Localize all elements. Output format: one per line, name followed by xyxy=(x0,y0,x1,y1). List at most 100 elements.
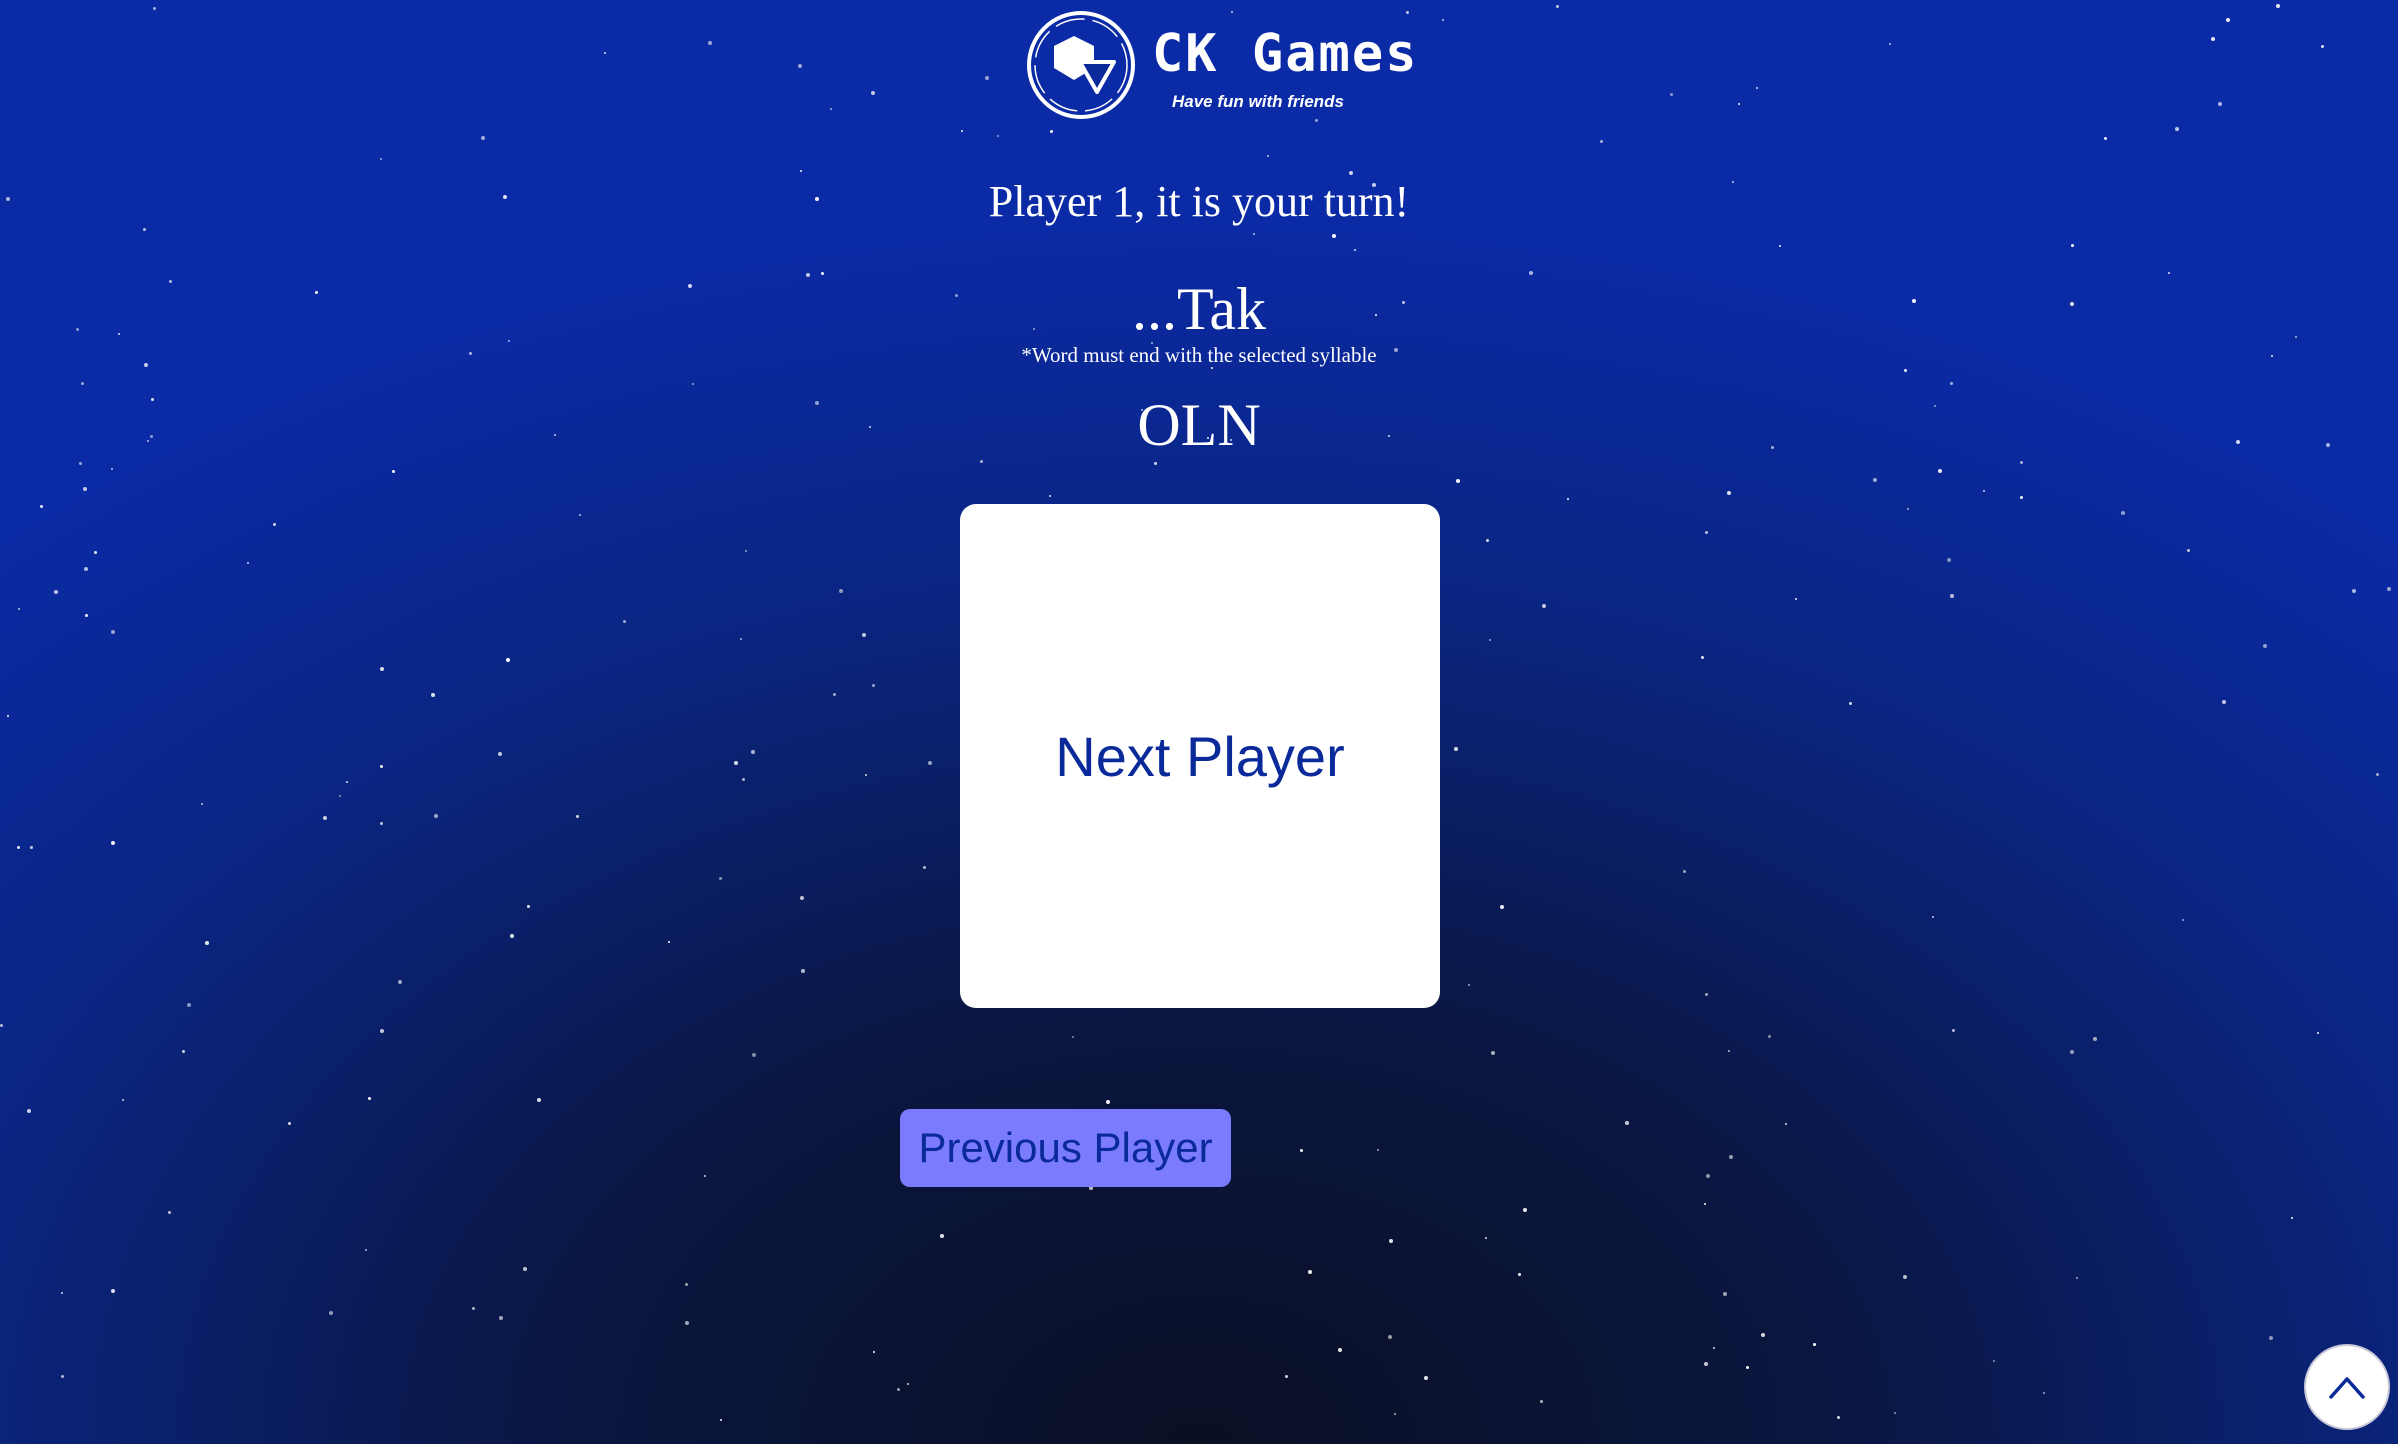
star-dot xyxy=(1354,249,1356,251)
star-dot xyxy=(83,487,87,491)
star-dot xyxy=(18,608,20,610)
star-dot xyxy=(897,1388,900,1391)
star-dot xyxy=(740,638,742,640)
star-dot xyxy=(604,52,606,54)
star-dot xyxy=(1903,1275,1907,1279)
star-dot xyxy=(928,761,932,765)
star-dot xyxy=(1947,558,1951,562)
scroll-to-top-button[interactable] xyxy=(2304,1344,2390,1430)
star-dot xyxy=(380,158,382,160)
star-dot xyxy=(499,1316,503,1320)
star-dot xyxy=(434,814,438,818)
star-dot xyxy=(247,562,249,564)
star-dot xyxy=(1049,495,1051,497)
star-dot xyxy=(1813,1343,1816,1346)
star-dot xyxy=(2376,773,2379,776)
star-dot xyxy=(576,815,579,818)
brand-logo[interactable]: CK Games Have fun with friends xyxy=(1024,10,1416,120)
star-dot xyxy=(1253,233,1255,235)
star-dot xyxy=(800,170,802,172)
star-dot xyxy=(168,1211,171,1214)
star-dot xyxy=(85,614,88,617)
star-dot xyxy=(2317,1032,2319,1034)
star-dot xyxy=(1704,1203,1706,1205)
star-dot xyxy=(1756,87,1758,89)
star-dot xyxy=(527,905,530,908)
star-dot xyxy=(2222,700,2226,704)
star-dot xyxy=(2352,589,2356,593)
star-dot xyxy=(506,658,510,662)
star-dot xyxy=(623,620,626,623)
next-player-button[interactable]: Next Player xyxy=(960,504,1440,1008)
star-dot xyxy=(704,1175,706,1177)
star-dot xyxy=(2269,1336,2273,1340)
star-dot xyxy=(752,1053,756,1057)
star-dot xyxy=(1518,1273,1521,1276)
star-dot xyxy=(907,1383,909,1385)
star-dot xyxy=(1952,1029,1955,1032)
star-dot xyxy=(985,76,989,80)
star-dot xyxy=(1779,245,1781,247)
star-dot xyxy=(380,667,384,671)
chevron-up-icon xyxy=(2329,1377,2365,1399)
star-dot xyxy=(1388,1335,1392,1339)
star-dot xyxy=(273,523,276,526)
star-dot xyxy=(1540,1400,1543,1403)
star-dot xyxy=(365,1249,367,1251)
star-dot xyxy=(1542,604,1546,608)
star-dot xyxy=(1889,43,1891,45)
star-dot xyxy=(801,969,805,973)
star-dot xyxy=(1338,1348,1342,1352)
star-dot xyxy=(1308,1270,1312,1274)
star-dot xyxy=(187,1003,191,1007)
star-dot xyxy=(17,846,20,849)
star-dot xyxy=(2071,244,2074,247)
star-dot xyxy=(821,272,824,275)
star-dot xyxy=(1683,870,1686,873)
star-dot xyxy=(668,941,670,943)
star-dot xyxy=(2020,461,2023,464)
star-dot xyxy=(510,934,514,938)
star-dot xyxy=(940,1234,944,1238)
star-dot xyxy=(685,1283,688,1286)
star-dot xyxy=(873,1351,875,1353)
star-dot xyxy=(734,761,738,765)
previous-player-label: Previous Player xyxy=(918,1124,1213,1171)
star-dot xyxy=(1932,916,1934,918)
star-dot xyxy=(1389,1239,1393,1243)
star-dot xyxy=(798,64,802,68)
star-dot xyxy=(2093,1037,2097,1041)
star-dot xyxy=(431,693,435,697)
star-dot xyxy=(1873,478,1877,482)
star-dot xyxy=(2104,137,2107,140)
star-dot xyxy=(1106,1100,1110,1104)
star-dot xyxy=(720,1419,722,1421)
star-dot xyxy=(871,91,875,95)
star-dot xyxy=(1486,539,1489,542)
star-dot xyxy=(2175,127,2179,131)
star-dot xyxy=(800,896,804,900)
star-dot xyxy=(1454,747,1458,751)
star-dot xyxy=(1728,1050,1730,1052)
previous-player-button[interactable]: Previous Player xyxy=(900,1109,1231,1187)
star-dot xyxy=(2182,919,2184,921)
star-dot xyxy=(1332,234,1336,238)
star-dot xyxy=(111,1289,115,1293)
star-dot xyxy=(1406,11,1409,14)
star-dot xyxy=(1705,531,1708,534)
star-dot xyxy=(27,1109,31,1113)
star-dot xyxy=(0,1024,3,1027)
star-dot xyxy=(201,803,203,805)
star-dot xyxy=(1983,490,1985,492)
star-dot xyxy=(1377,1149,1379,1151)
star-dot xyxy=(1938,469,1942,473)
star-dot xyxy=(1723,1292,1727,1296)
star-dot xyxy=(2263,644,2267,648)
star-dot xyxy=(1600,140,1603,143)
star-dot xyxy=(1491,1051,1495,1055)
star-dot xyxy=(1761,1333,1765,1337)
ck-games-logo-icon xyxy=(1027,11,1135,119)
star-dot xyxy=(1072,1036,1074,1038)
star-dot xyxy=(2218,102,2222,106)
star-dot xyxy=(1394,1413,1396,1415)
